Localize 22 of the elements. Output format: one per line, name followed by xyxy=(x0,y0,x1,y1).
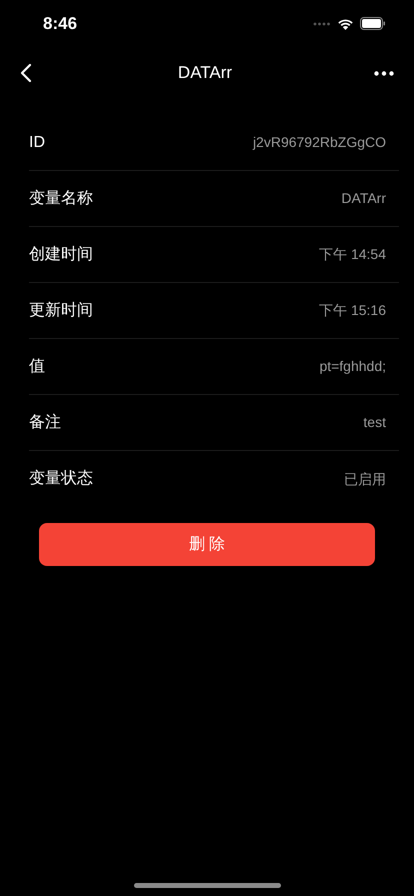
nav-title: DATArr xyxy=(178,62,232,84)
field-value: j2vR96792RbZGgCO xyxy=(252,133,386,152)
signal-icon xyxy=(313,22,331,26)
more-icon xyxy=(374,70,394,76)
field-label: 备注 xyxy=(29,412,61,432)
status-time: 8:46 xyxy=(43,12,78,35)
field-value: 下午 14:54 xyxy=(319,245,386,264)
field-value: pt=fghhdd; xyxy=(319,357,386,376)
wifi-icon xyxy=(337,18,354,30)
field-label: 变量状态 xyxy=(29,468,93,489)
battery-icon xyxy=(360,17,386,30)
delete-button[interactable]: 删 除 xyxy=(39,523,375,566)
chevron-left-icon xyxy=(20,63,32,83)
field-value: DATArr xyxy=(341,189,386,208)
field-value: 已启用 xyxy=(344,470,386,488)
field-value: test xyxy=(363,413,386,432)
field-value: 下午 15:16 xyxy=(319,301,386,320)
field-label: 变量名称 xyxy=(29,188,93,208)
field-label: 值 xyxy=(29,356,45,376)
field-label: ID xyxy=(29,132,45,152)
field-label: 更新时间 xyxy=(29,300,93,320)
field-label: 创建时间 xyxy=(29,244,93,264)
